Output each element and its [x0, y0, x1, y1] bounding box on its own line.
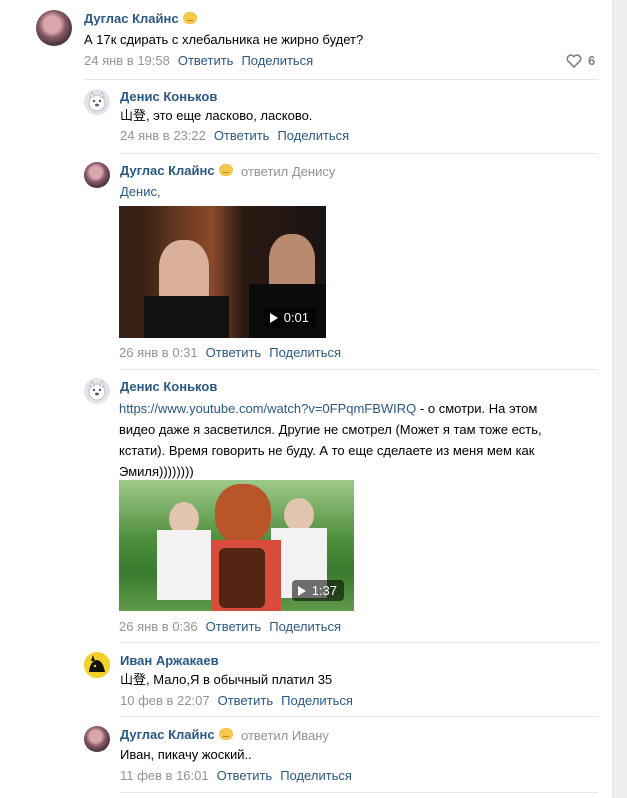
- divider: [120, 642, 598, 643]
- reply-button[interactable]: Ответить: [214, 128, 270, 143]
- video-duration: 1:37: [291, 580, 344, 601]
- avatar[interactable]: [84, 162, 110, 188]
- play-icon: [269, 313, 278, 323]
- divider: [120, 369, 598, 370]
- donut-badge-icon: [182, 12, 197, 24]
- comment-author[interactable]: Дуглас Клайнс: [120, 163, 233, 178]
- pikachu-avatar-icon: [84, 652, 110, 678]
- like-button[interactable]: 6: [566, 52, 602, 70]
- divider: [84, 79, 598, 80]
- youtube-link[interactable]: https://www.youtube.com/watch?v=0FPqmFBW…: [119, 401, 416, 416]
- share-button[interactable]: Поделиться: [241, 53, 313, 68]
- reply-button[interactable]: Ответить: [178, 53, 234, 68]
- replied-to[interactable]: ответил Ивану: [241, 728, 329, 743]
- reply-button[interactable]: Ответить: [218, 693, 274, 708]
- comment-meta: 24 янв в 19:58 Ответить Поделиться: [84, 53, 313, 68]
- reply-button[interactable]: Ответить: [217, 768, 273, 783]
- share-button[interactable]: Поделиться: [281, 693, 353, 708]
- divider: [120, 153, 598, 154]
- avatar[interactable]: [84, 652, 110, 678]
- share-button[interactable]: Поделиться: [269, 619, 341, 634]
- comment-meta: 10 фев в 22:07 Ответить Поделиться: [120, 693, 353, 708]
- comment-text: https://www.youtube.com/watch?v=0FPqmFBW…: [119, 401, 542, 479]
- comment-author[interactable]: Дуглас Клайнс: [120, 727, 233, 742]
- avatar[interactable]: [84, 726, 110, 752]
- share-button[interactable]: Поделиться: [277, 128, 349, 143]
- replied-to[interactable]: ответил Денису: [241, 164, 335, 179]
- comment-date[interactable]: 10 фев в 22:07: [120, 693, 210, 708]
- comment-meta: 11 фев в 16:01 Ответить Поделиться: [120, 768, 352, 783]
- comment-meta: 24 янв в 23:22 Ответить Поделиться: [120, 128, 349, 143]
- avatar[interactable]: [84, 378, 110, 404]
- person-figure: [284, 498, 314, 532]
- video-thumbnail[interactable]: 0:01: [119, 206, 326, 338]
- dog-avatar-icon: [88, 379, 106, 401]
- avatar[interactable]: [36, 10, 72, 46]
- reply-button[interactable]: Ответить: [206, 619, 262, 634]
- heart-icon: [566, 54, 582, 68]
- mug-image: [219, 548, 265, 608]
- play-icon: [297, 586, 306, 596]
- comment-author[interactable]: Денис Коньков: [120, 379, 217, 394]
- person-figure: [159, 240, 209, 300]
- comment-author[interactable]: Иван Аржакаев: [120, 653, 219, 668]
- person-figure: [215, 484, 271, 544]
- donut-badge-icon: [218, 164, 233, 176]
- comment-date[interactable]: 11 фев в 16:01: [120, 768, 209, 783]
- comments-panel: Дуглас Клайнс А 17к сдирать с хлебальник…: [0, 0, 613, 798]
- comment-text[interactable]: Денис,: [120, 183, 161, 200]
- comment-text: Иван, пикачу жоский..: [120, 747, 252, 762]
- person-figure: [144, 296, 229, 338]
- comment-text: А 17к сдирать с хлебальника не жирно буд…: [84, 32, 364, 47]
- comment-author[interactable]: Денис Коньков: [120, 89, 217, 104]
- divider: [120, 716, 598, 717]
- donut-badge-icon: [218, 728, 233, 740]
- video-thumbnail[interactable]: 1:37: [119, 480, 354, 611]
- comment-date[interactable]: 24 янв в 23:22: [120, 128, 206, 143]
- comment-date[interactable]: 26 янв в 0:31: [119, 345, 198, 360]
- like-count: 6: [588, 53, 596, 68]
- comment-meta: 26 янв в 0:36 Ответить Поделиться: [119, 619, 341, 634]
- comment-date[interactable]: 26 янв в 0:36: [119, 619, 198, 634]
- share-button[interactable]: Поделиться: [280, 768, 352, 783]
- video-duration: 0:01: [263, 307, 316, 328]
- divider: [120, 792, 598, 793]
- comment-text: 山登, Мало,Я в обычный платил 35: [120, 672, 333, 687]
- reply-button[interactable]: Ответить: [206, 345, 262, 360]
- comment-meta: 26 янв в 0:31 Ответить Поделиться: [119, 345, 341, 360]
- avatar[interactable]: [84, 89, 110, 115]
- person-figure: [157, 530, 211, 600]
- comment-date[interactable]: 24 янв в 19:58: [84, 53, 170, 68]
- comment-author[interactable]: Дуглас Клайнс: [84, 11, 197, 26]
- comment-text: 山登, это еще ласково, ласково.: [120, 108, 313, 123]
- person-figure: [269, 234, 315, 290]
- share-button[interactable]: Поделиться: [269, 345, 341, 360]
- dog-avatar-icon: [88, 90, 106, 112]
